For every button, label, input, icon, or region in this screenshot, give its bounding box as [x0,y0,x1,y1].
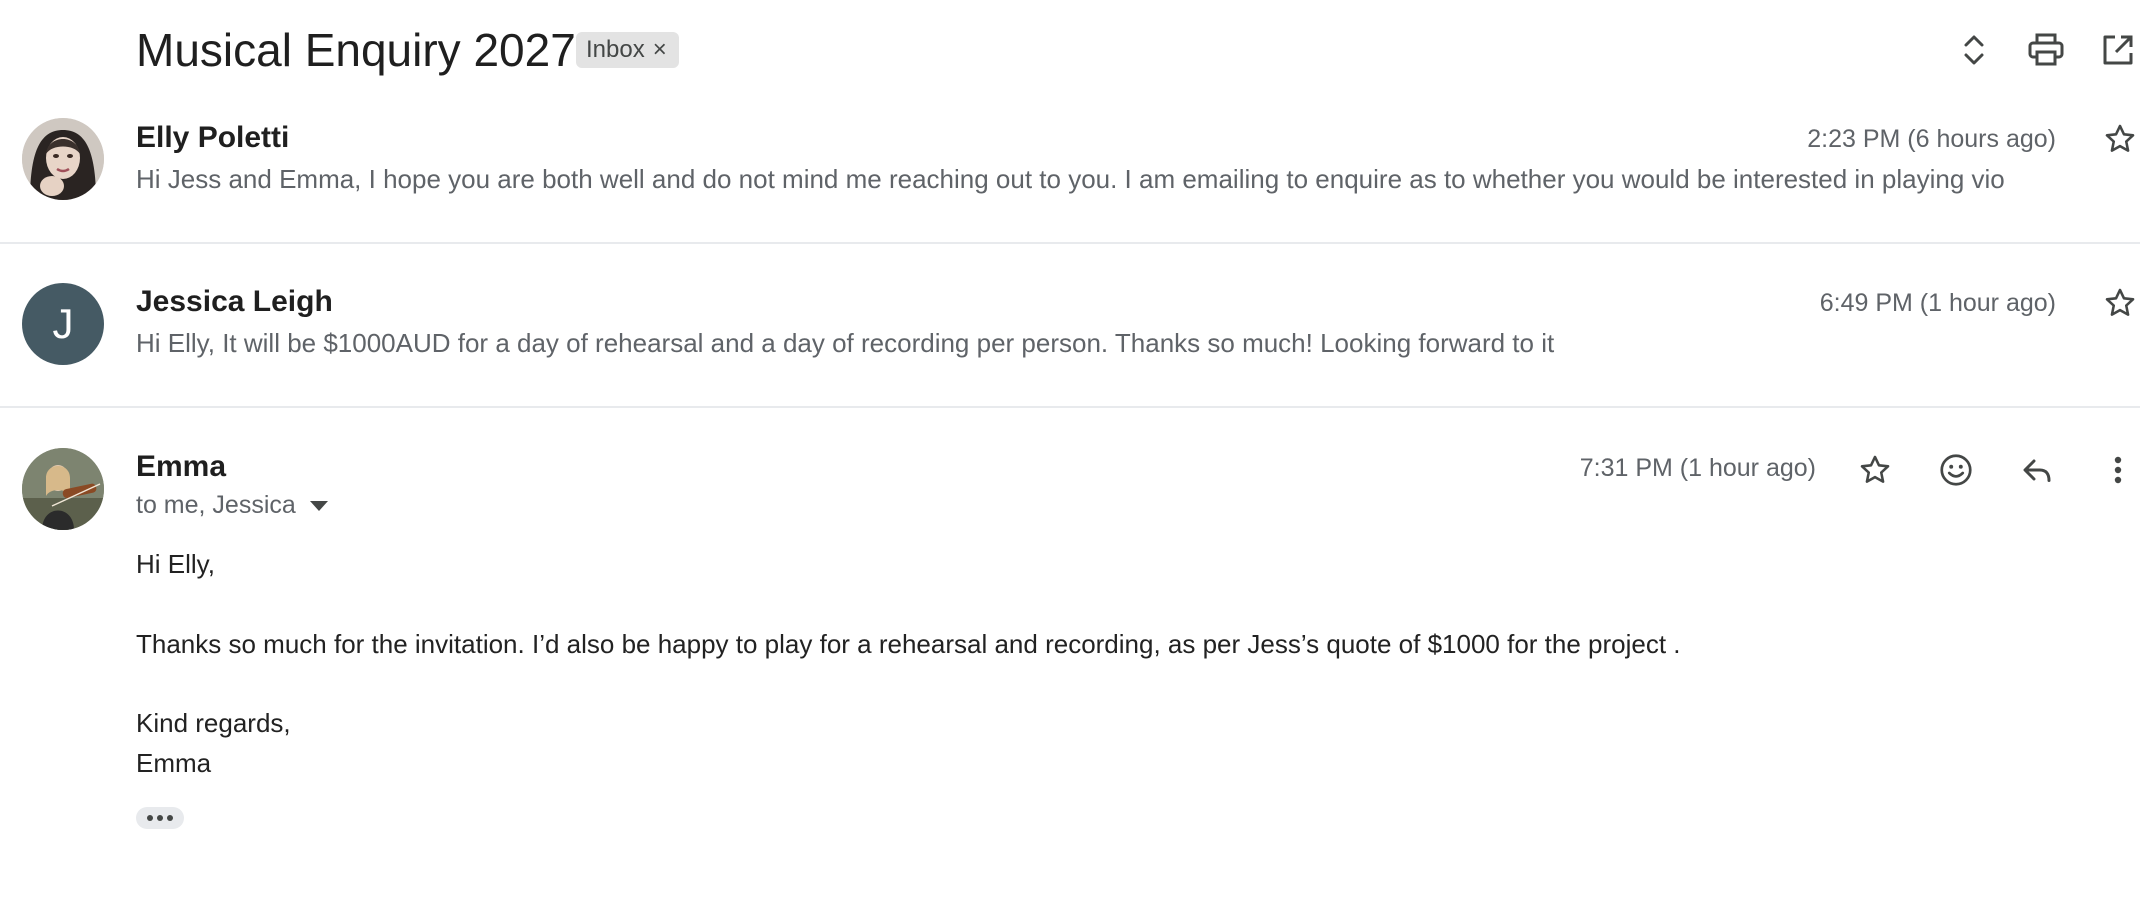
email-paragraph: Thanks so much for the invitation. I’d a… [136,629,1681,659]
email-signoff: Kind regards, [136,708,291,738]
recipients-text: to me, Jessica [136,491,296,519]
thread-header: Musical Enquiry 2027 Inbox × [0,0,2140,100]
avatar-jessica: J [22,283,104,365]
email-greeting: Hi Elly, [136,549,215,579]
caret-down-icon [309,500,328,511]
star-icon[interactable] [2098,281,2140,325]
message-time: 6:49 PM (1 hour ago) [1819,289,2056,317]
message-divider [0,406,2140,408]
ellipsis-icon [147,815,173,821]
avatar-initial: J [52,300,74,347]
show-trimmed-content-button[interactable] [136,807,184,829]
reply-icon[interactable] [2013,446,2061,494]
thread-subject: Musical Enquiry 2027 [136,24,576,76]
message-snippet: Hi Jess and Emma, I hope you are both we… [136,164,2005,194]
sender-name: Jessica Leigh [136,285,333,318]
remove-label-icon[interactable]: × [653,38,667,62]
avatar-emma [22,448,104,530]
more-vert-icon[interactable] [2094,446,2140,494]
sender-name: Elly Poletti [136,121,290,154]
inbox-label-chip[interactable]: Inbox × [576,32,679,68]
emoji-react-icon[interactable] [1932,446,1980,494]
message-time: 7:31 PM (1 hour ago) [1579,454,1816,482]
open-in-new-window-icon[interactable] [2094,26,2140,74]
star-icon[interactable] [2098,117,2140,161]
sender-name: Emma [136,450,227,483]
recipients-dropdown[interactable]: to me, Jessica [136,491,328,520]
label-chip-text: Inbox [586,36,645,63]
message-divider [0,242,2140,244]
star-icon[interactable] [1851,446,1899,494]
print-icon[interactable] [2022,26,2070,74]
expand-collapse-icon[interactable] [1950,26,1998,74]
message-snippet: Hi Elly, It will be $1000AUD for a day o… [136,328,1555,358]
email-signature: Emma [136,748,212,778]
avatar-elly [22,118,104,200]
message-time: 2:23 PM (6 hours ago) [1807,125,2056,153]
